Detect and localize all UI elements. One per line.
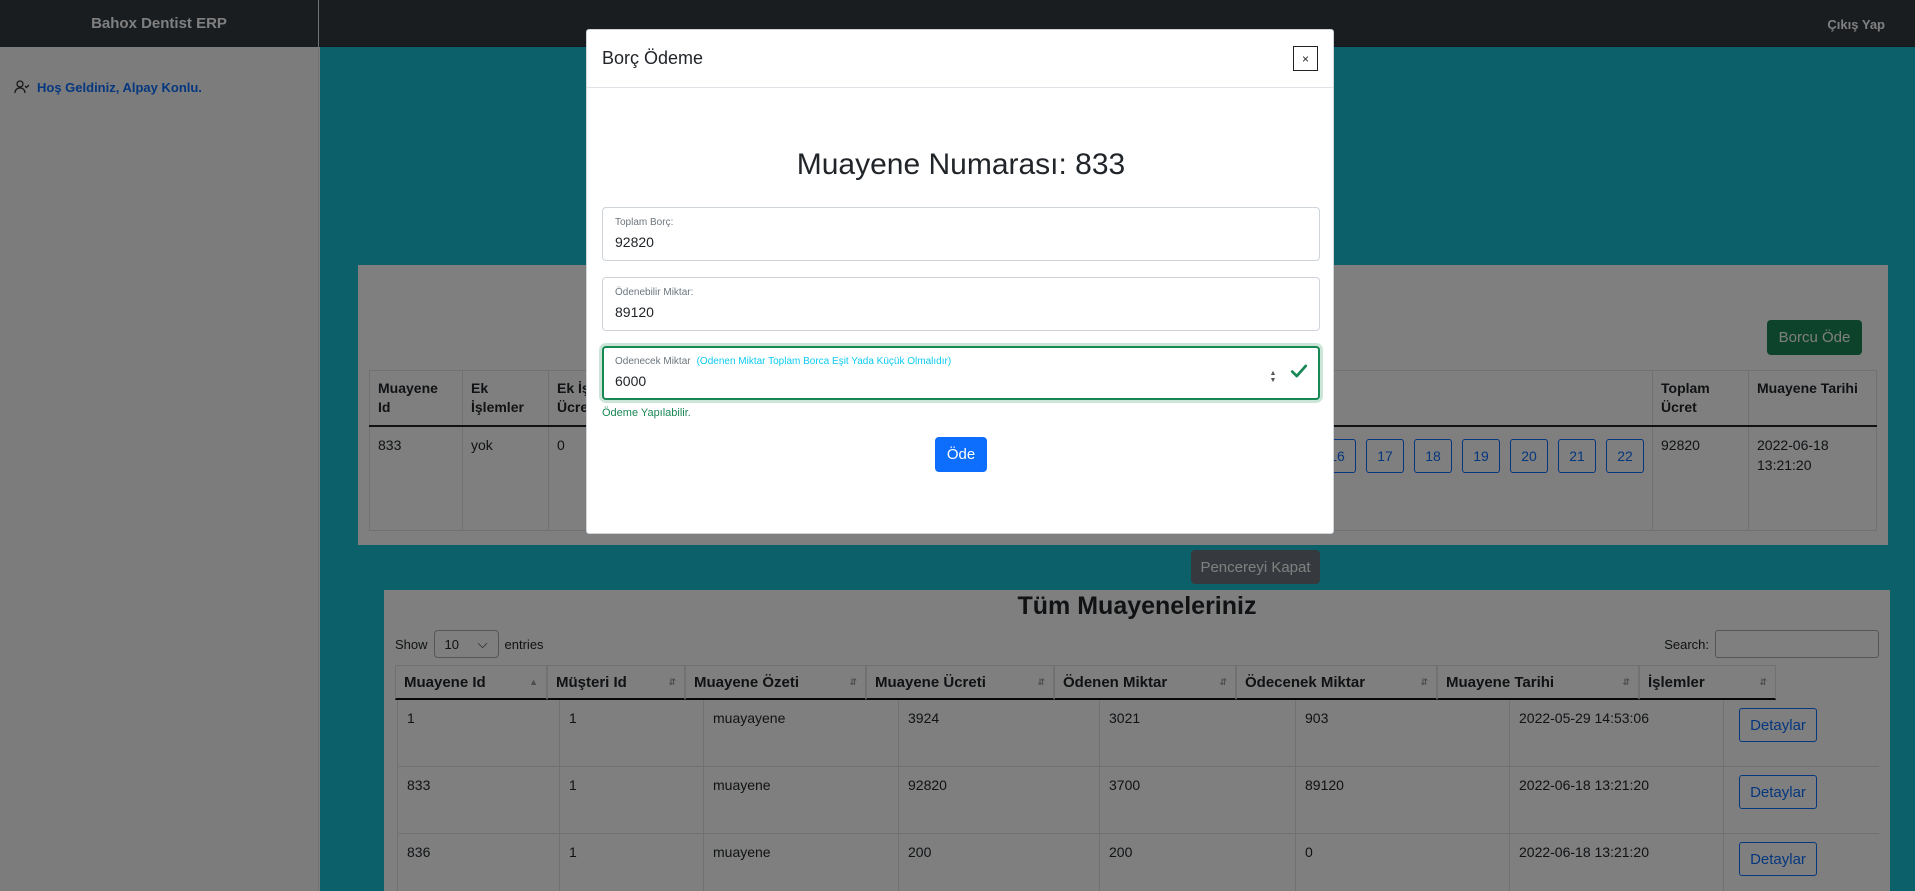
pay-amount-label: Odenecek Miktar [615, 356, 691, 367]
modal-header: Borç Ödeme × [587, 30, 1333, 88]
pay-button[interactable]: Öde [935, 437, 987, 472]
stepper-up-icon[interactable]: ▲ [1270, 370, 1277, 377]
payable-amount-field[interactable]: Ödenebilir Miktar: 89120 [602, 277, 1320, 331]
close-icon: × [1301, 51, 1309, 66]
field-label: Odenecek Miktar (Odenen Miktar Toplam Bor… [615, 356, 1307, 368]
check-icon [1290, 364, 1308, 378]
field-label: Ödenebilir Miktar: [615, 287, 694, 298]
payment-modal: Borç Ödeme × Muayene Numarası: 833 Topla… [586, 29, 1334, 534]
total-debt-field[interactable]: Toplam Borç: 92820 [602, 207, 1320, 261]
modal-title: Borç Ödeme [602, 48, 704, 68]
field-value: 89120 [615, 304, 654, 320]
examination-number-heading: Muayene Numarası: 833 [796, 148, 1126, 181]
stepper-down-icon[interactable]: ▼ [1270, 377, 1277, 384]
field-label: Toplam Borç: [615, 217, 674, 228]
field-value: 6000 [615, 373, 647, 389]
pay-amount-hint: (Odenen Miktar Toplam Borca Eşit Yada Kü… [696, 356, 952, 367]
number-stepper[interactable]: ▲ ▼ [1268, 370, 1278, 384]
field-value: 92820 [615, 234, 654, 250]
validation-message: Ödeme Yapılabilir. [602, 407, 691, 419]
close-button[interactable]: × [1293, 46, 1318, 71]
pay-amount-input[interactable]: Odenecek Miktar (Odenen Miktar Toplam Bor… [602, 346, 1320, 400]
